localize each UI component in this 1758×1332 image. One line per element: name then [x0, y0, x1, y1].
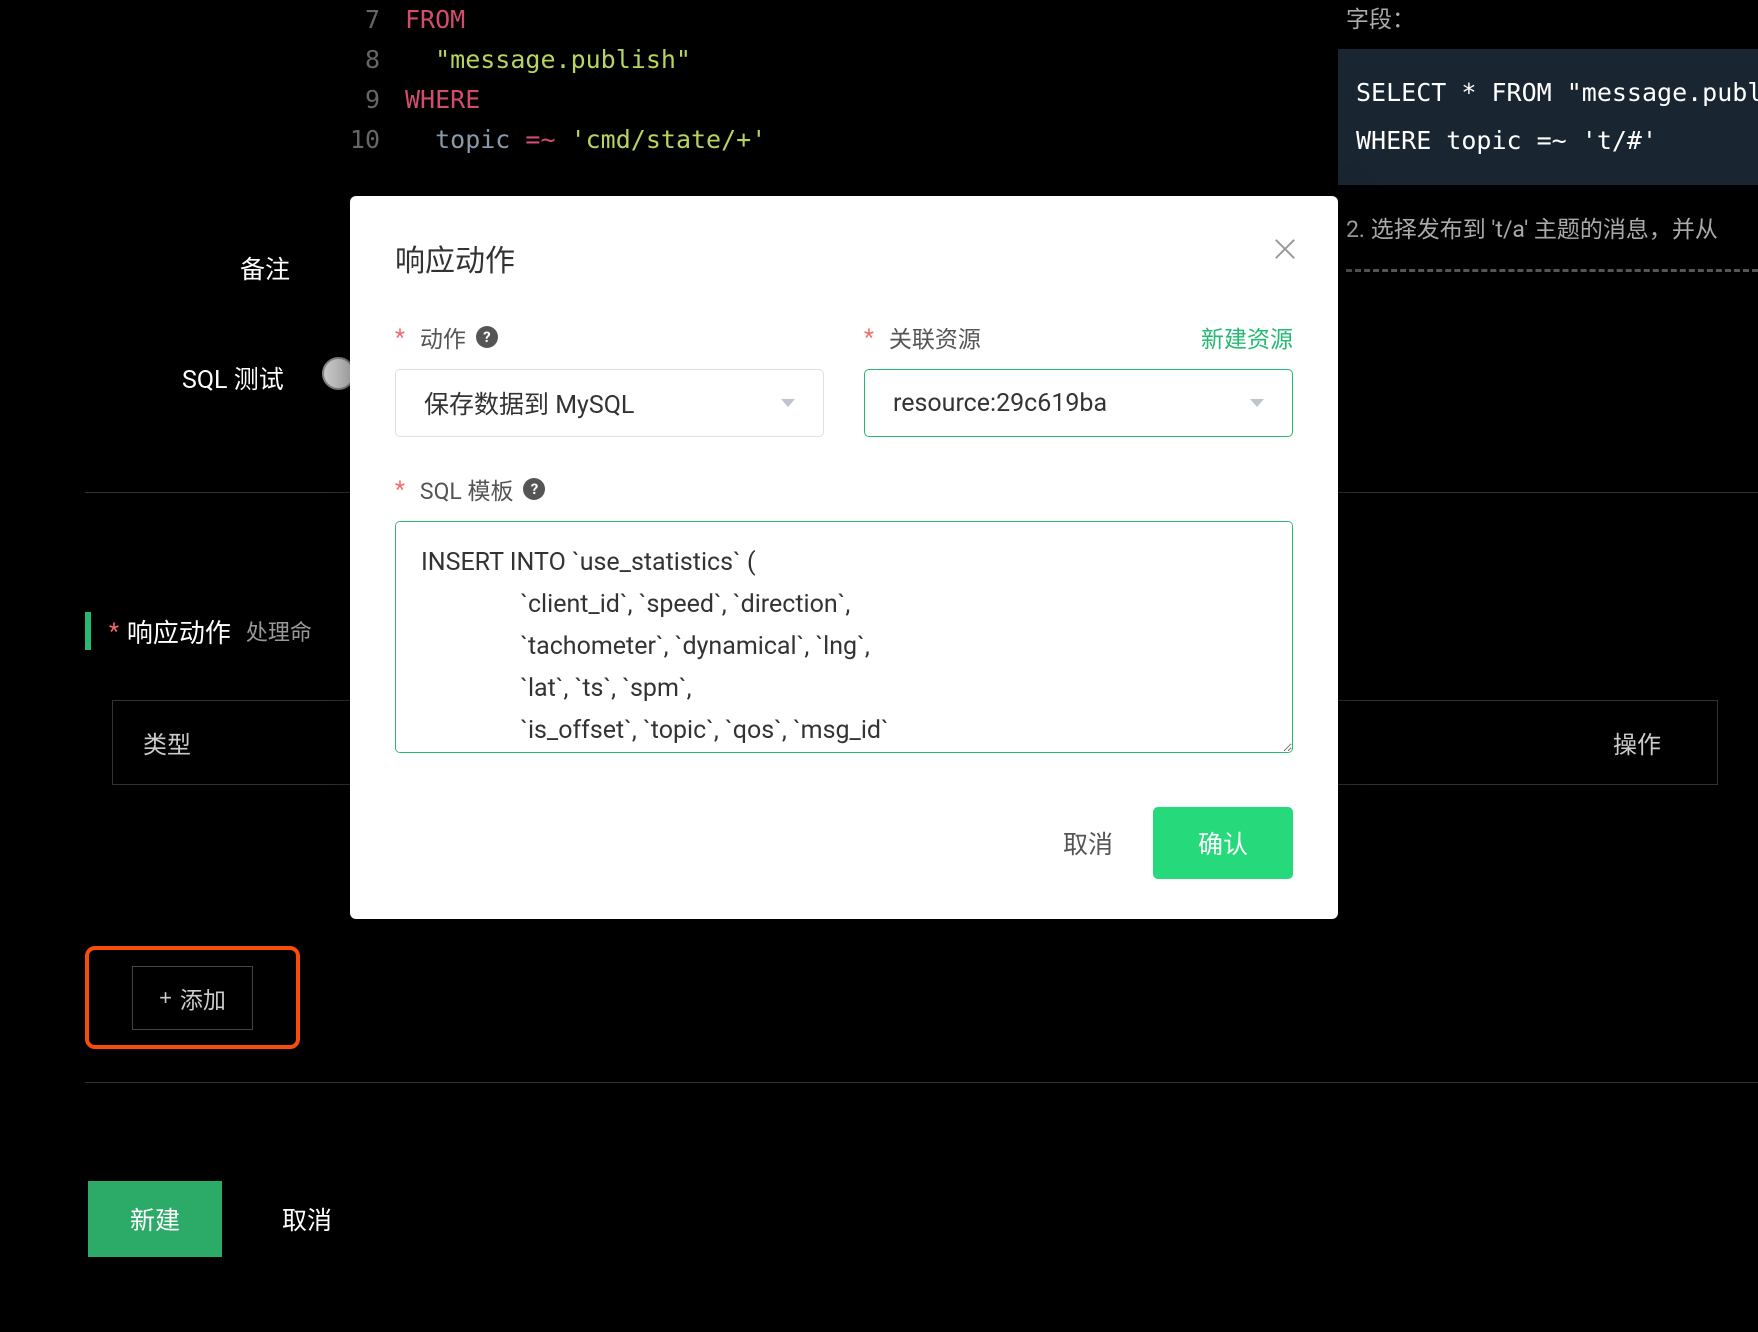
- chevron-down-icon: [1250, 399, 1264, 407]
- resource-label: * 关联资源: [864, 320, 981, 354]
- sql-template-label: * SQL 模板 ?: [395, 472, 545, 506]
- chevron-down-icon: [781, 399, 795, 407]
- sql-code-editor[interactable]: 7FROM 8 "message.publish" 9WHERE 10 topi…: [340, 0, 766, 160]
- modal-cancel-button[interactable]: 取消: [1063, 825, 1113, 861]
- section-title: 响应动作: [127, 613, 231, 650]
- plus-icon: +: [159, 985, 172, 1011]
- create-button[interactable]: 新建: [88, 1181, 222, 1257]
- field-label: 字段：: [1338, 0, 1758, 34]
- modal-confirm-button[interactable]: 确认: [1153, 807, 1293, 879]
- remark-label: 备注: [240, 250, 290, 286]
- help-panel: 字段： SELECT * FROM "message.publi WHERE t…: [1338, 0, 1758, 272]
- add-action-button[interactable]: + 添加: [132, 966, 253, 1030]
- add-label: 添加: [180, 981, 226, 1015]
- action-select[interactable]: 保存数据到 MySQL: [395, 369, 824, 437]
- close-icon[interactable]: [1272, 236, 1298, 262]
- help-icon[interactable]: ?: [476, 326, 498, 348]
- resource-select[interactable]: resource:29c619ba: [864, 369, 1293, 437]
- new-resource-link[interactable]: 新建资源: [1201, 320, 1293, 354]
- help-icon[interactable]: ?: [523, 478, 545, 500]
- action-label: * 动作 ?: [395, 320, 498, 354]
- example-code: SELECT * FROM "message.publi WHERE topic…: [1338, 49, 1758, 185]
- response-action-section: * 响应动作 处理命: [85, 612, 312, 650]
- section-subtitle: 处理命: [246, 615, 312, 647]
- modal-title: 响应动作: [395, 236, 1293, 280]
- example-desc: 2. 选择发布到 't/a' 主题的消息，并从: [1338, 210, 1758, 244]
- response-action-modal: 响应动作 * 动作 ? 保存数据到 MySQL * 关联资源 新: [350, 196, 1338, 919]
- sql-test-label: SQL 测试: [182, 360, 284, 396]
- page-footer-buttons: 新建 取消: [88, 1181, 332, 1257]
- col-ops: 操作: [1587, 725, 1687, 760]
- sql-template-textarea[interactable]: [395, 521, 1293, 753]
- add-button-highlight: + 添加: [85, 946, 300, 1049]
- cancel-button[interactable]: 取消: [282, 1201, 332, 1237]
